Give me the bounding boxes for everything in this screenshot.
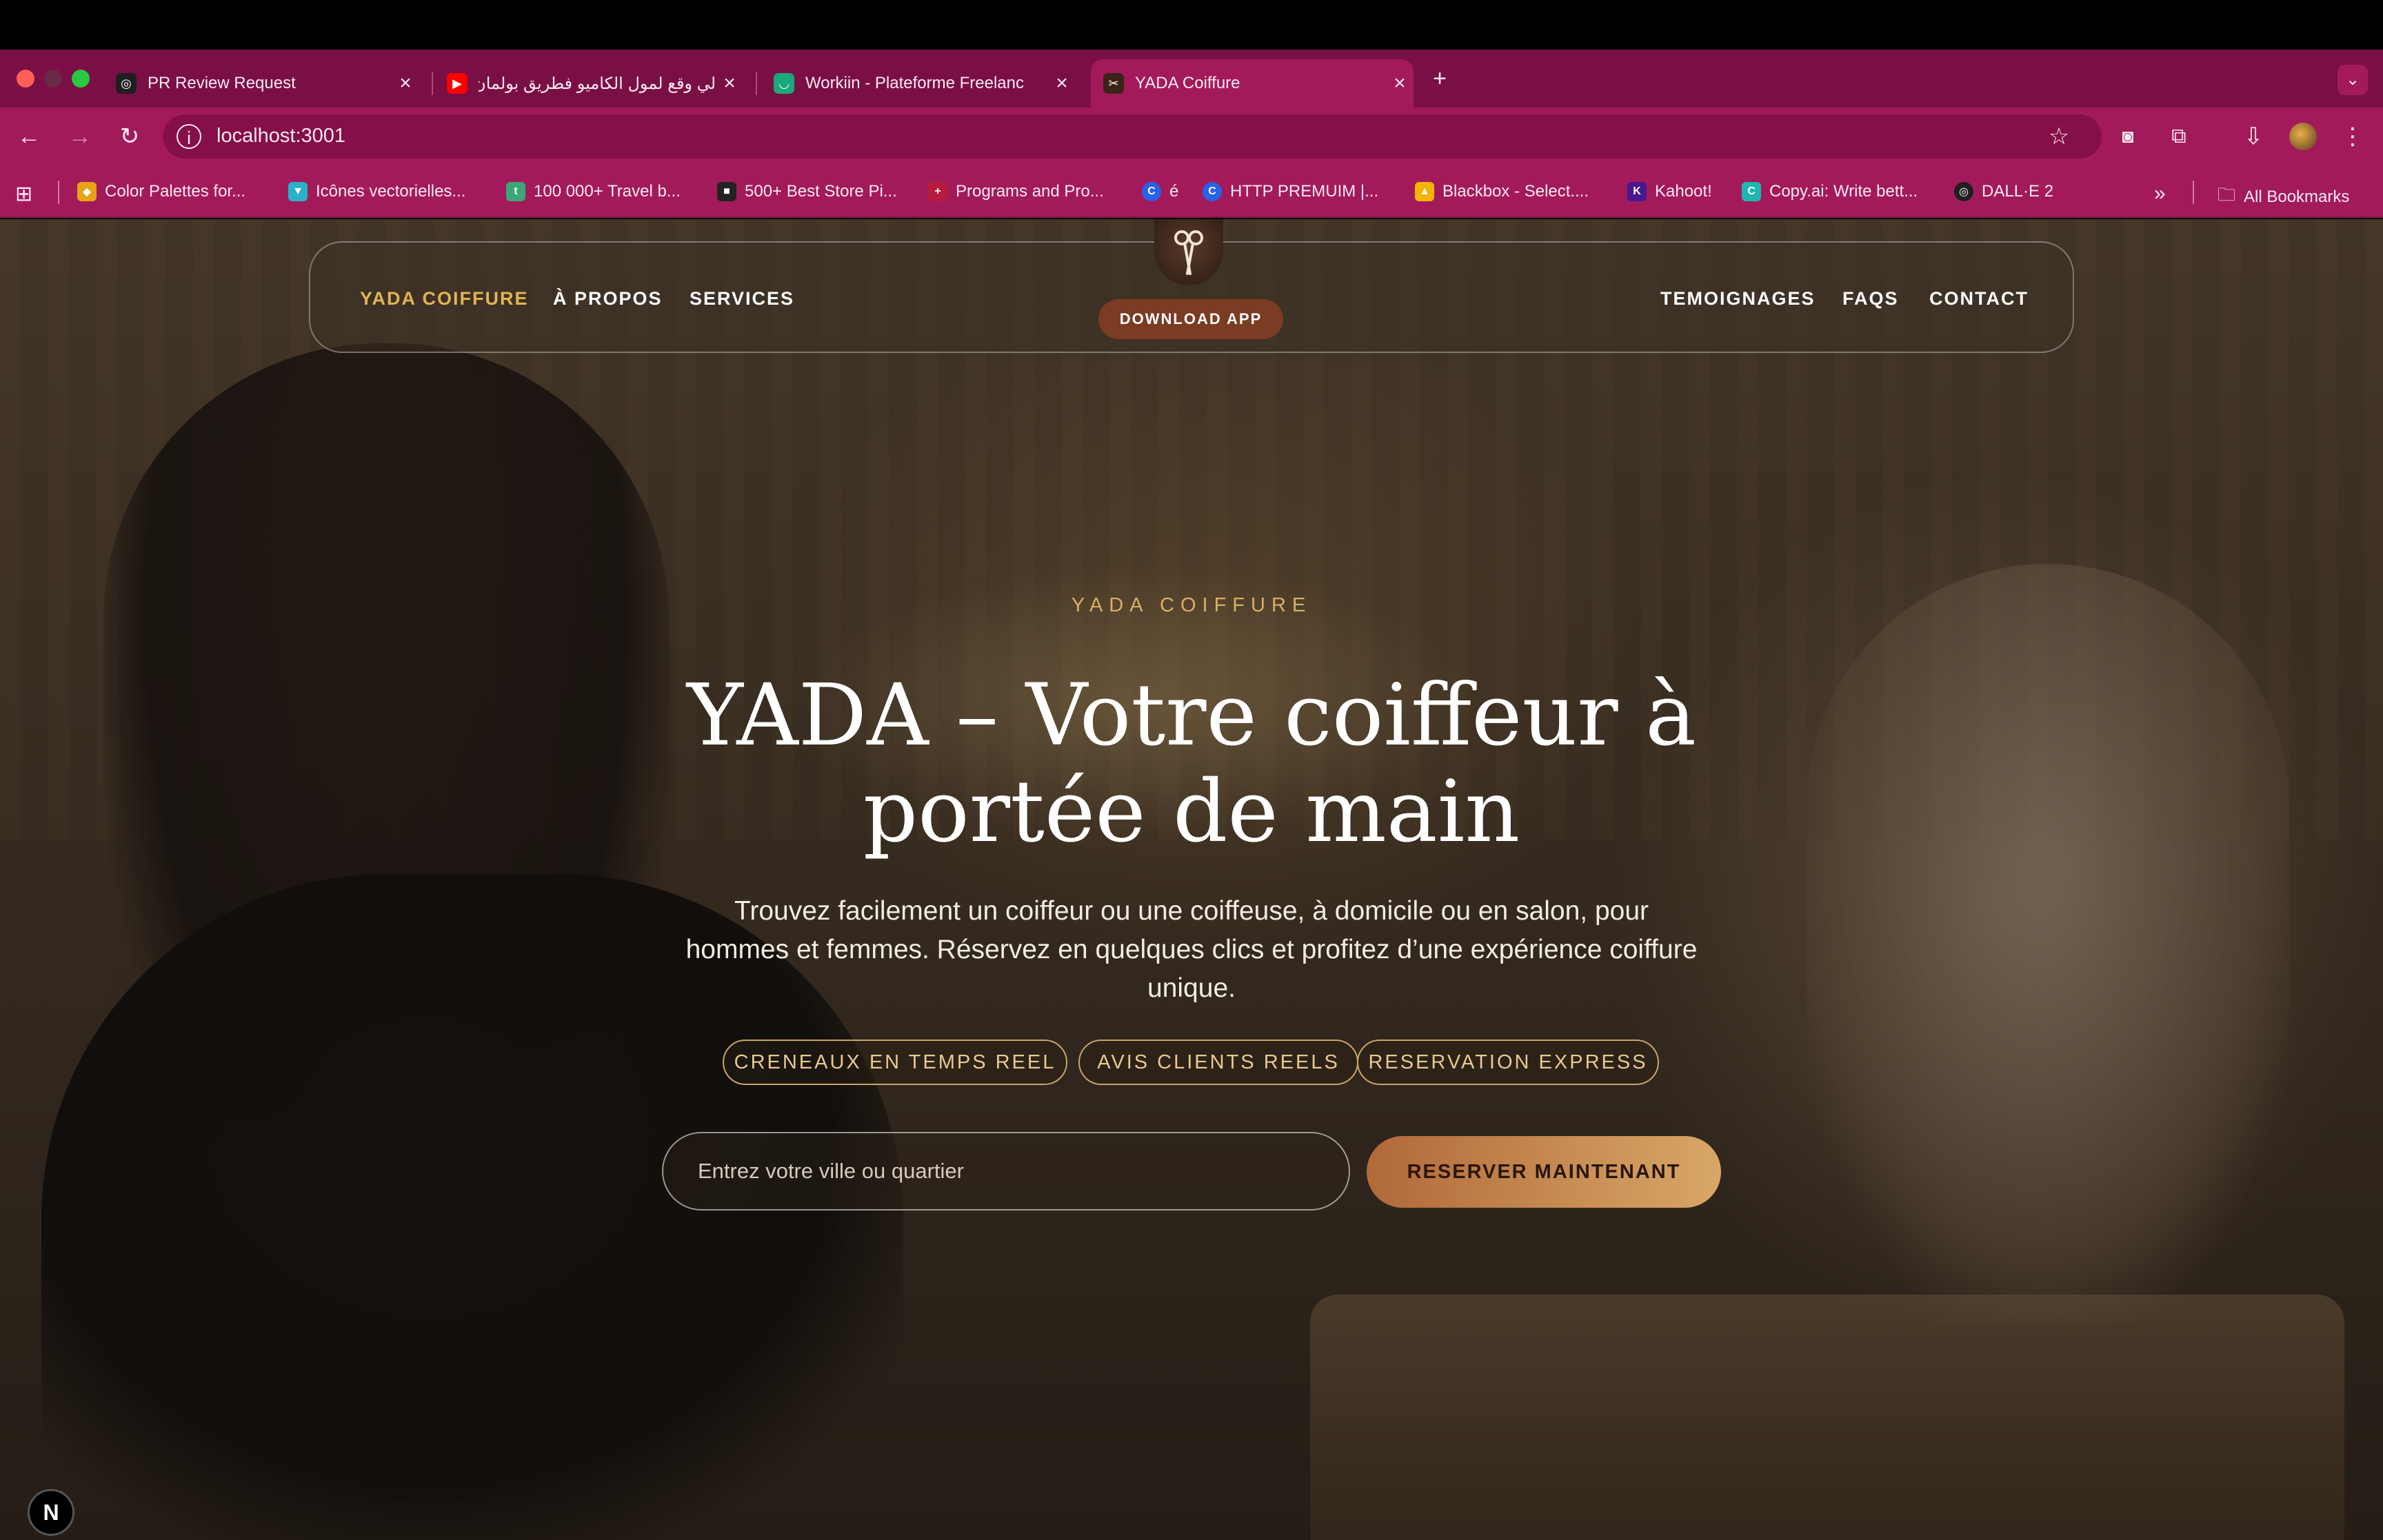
bookmark-label: Icônes vectorielles... bbox=[316, 182, 466, 201]
bookmark-label: DALL·E 2 bbox=[1982, 182, 2054, 201]
feature-badge: RESERVATION EXPRESS bbox=[1357, 1040, 1659, 1085]
openai-icon: ◎ bbox=[1954, 182, 1973, 201]
window-zoom-button[interactable] bbox=[72, 70, 90, 88]
bookmark-item[interactable]: ◎ DALL·E 2 bbox=[1954, 182, 2053, 201]
new-tab-button[interactable]: + bbox=[1426, 65, 1454, 92]
window-minimize-button[interactable] bbox=[44, 70, 62, 88]
tab-title: PR Review Request bbox=[148, 74, 296, 92]
nav-contact-link[interactable]: CONTACT bbox=[1929, 288, 2029, 310]
openai-icon: ◎ bbox=[116, 73, 137, 94]
nextjs-dev-badge[interactable]: N bbox=[28, 1489, 74, 1536]
bookmark-label: HTTP PREMUIM |... bbox=[1230, 182, 1379, 201]
nav-testimonials-link[interactable]: TEMOIGNAGES bbox=[1660, 288, 1816, 310]
back-icon[interactable]: ← bbox=[15, 123, 43, 150]
menu-kebab-icon[interactable]: ⋮ bbox=[2339, 123, 2366, 150]
nav-faqs-link[interactable]: FAQS bbox=[1842, 288, 1899, 310]
location-search-input[interactable] bbox=[662, 1132, 1350, 1210]
nav-brand-link[interactable]: YADA COIFFURE bbox=[360, 288, 529, 310]
flaticon-icon: ▼ bbox=[288, 182, 308, 201]
download-icon[interactable]: ⇩ bbox=[2240, 123, 2267, 150]
bookmark-item[interactable]: + Programs and Pro... bbox=[928, 182, 1104, 201]
blackbox-icon: ▲ bbox=[1415, 182, 1434, 201]
tab-search-button[interactable]: ⌄ bbox=[2337, 65, 2368, 95]
all-bookmarks-label: All Bookmarks bbox=[2244, 188, 2350, 206]
copyai-icon: C bbox=[1742, 182, 1761, 201]
tab-title: YADA Coiffure bbox=[1135, 74, 1240, 92]
programs-icon: + bbox=[928, 182, 947, 201]
window-close-button[interactable] bbox=[17, 70, 34, 88]
bookmark-item[interactable]: C Copy.ai: Write bett... bbox=[1742, 182, 1918, 201]
more-bookmarks-icon[interactable]: » bbox=[2154, 182, 2166, 205]
scissors-icon: ✂ bbox=[1103, 73, 1124, 94]
bookmark-label: Blackbox - Select.... bbox=[1442, 182, 1589, 201]
address-bar[interactable] bbox=[163, 114, 2102, 159]
http-icon: C bbox=[1203, 182, 1222, 201]
bookmark-item[interactable]: Cé bbox=[1142, 182, 1178, 201]
scissors-icon bbox=[1174, 230, 1203, 275]
tab-workiin[interactable]: ◡ Workiin - Plateforme Freelanc × bbox=[774, 59, 1076, 108]
bookmark-item[interactable]: ◆ Color Palettes for... bbox=[77, 182, 245, 201]
tab-youtube[interactable]: ▶ لي وقع لمول الكاميو فطريق بولمان × bbox=[447, 59, 743, 108]
tab-yada-coiffure[interactable]: ✂ YADA Coiffure × bbox=[1091, 59, 1414, 108]
bookmark-separator bbox=[58, 181, 59, 204]
camera-icon[interactable]: ◙ bbox=[2114, 123, 2142, 150]
kahoot-icon: K bbox=[1627, 182, 1647, 201]
url-text[interactable]: localhost:3001 bbox=[217, 125, 345, 148]
extensions-icon[interactable]: ⧉ bbox=[2165, 123, 2193, 150]
bookmark-item[interactable]: C HTTP PREMUIM |... bbox=[1203, 182, 1378, 201]
store-icon: ■ bbox=[717, 182, 736, 201]
site-info-icon[interactable]: i bbox=[177, 124, 201, 149]
nav-services-link[interactable]: SERVICES bbox=[690, 288, 794, 310]
hero-subtitle: Trouvez facilement un coiffeur ou une co… bbox=[685, 896, 1698, 1003]
forward-icon[interactable]: → bbox=[66, 123, 94, 150]
feature-badge: AVIS CLIENTS REELS bbox=[1078, 1040, 1358, 1085]
bookmark-separator bbox=[2193, 181, 2194, 204]
close-icon[interactable]: × bbox=[716, 72, 743, 95]
hero-eyebrow: YADA COIFFURE bbox=[1071, 594, 1312, 616]
page-viewport: YADA COIFFURE À PROPOS SERVICES TEMOIGNA… bbox=[0, 219, 2383, 1540]
youtube-icon: ▶ bbox=[447, 73, 467, 94]
bookmark-item[interactable]: ▲ Blackbox - Select.... bbox=[1415, 182, 1589, 201]
profile-avatar[interactable] bbox=[2289, 123, 2317, 150]
chrome-like-icon: C bbox=[1142, 182, 1161, 201]
coolors-icon: ◆ bbox=[77, 182, 97, 201]
book-now-button[interactable]: RESERVER MAINTENANT bbox=[1367, 1136, 1721, 1208]
bookmark-item[interactable]: K Kahoot! bbox=[1627, 182, 1712, 201]
bookmark-item[interactable]: ▼ Icônes vectorielles... bbox=[288, 182, 465, 201]
feature-badge: CRENEAUX EN TEMPS REEL bbox=[723, 1040, 1067, 1085]
download-app-button[interactable]: DOWNLOAD APP bbox=[1098, 299, 1283, 339]
scissors-logo-icon[interactable] bbox=[1154, 219, 1223, 285]
bookmark-item[interactable]: ■ 500+ Best Store Pi... bbox=[717, 182, 897, 201]
bookmark-label: Programs and Pro... bbox=[956, 182, 1104, 201]
bookmark-item[interactable]: t 100 000+ Travel b... bbox=[506, 182, 681, 201]
all-bookmarks-button[interactable]: 🗀 All Bookmarks bbox=[2218, 182, 2349, 212]
bookmark-label: Kahoot! bbox=[1655, 182, 1712, 201]
reload-icon[interactable]: ↻ bbox=[116, 123, 143, 150]
dark-overlay bbox=[0, 219, 2383, 1540]
close-icon[interactable]: × bbox=[392, 72, 419, 95]
tab-title: لي وقع لمول الكاميو فطريق بولمان bbox=[479, 74, 716, 93]
nav-about-link[interactable]: À PROPOS bbox=[553, 288, 663, 310]
travel-icon: t bbox=[506, 182, 525, 201]
bookmark-star-icon[interactable]: ☆ bbox=[2045, 123, 2073, 150]
close-icon[interactable]: × bbox=[1386, 72, 1414, 95]
tab-title: Workiin - Plateforme Freelanc bbox=[805, 74, 1024, 92]
tab-separator bbox=[756, 72, 757, 95]
hero-headline: YADA – Votre coiffeur à portée de main bbox=[686, 666, 1697, 862]
apps-grid-icon[interactable]: ⊞ bbox=[15, 182, 32, 206]
workiin-icon: ◡ bbox=[774, 73, 794, 94]
tab-separator bbox=[432, 72, 433, 95]
bookmark-label: Copy.ai: Write bett... bbox=[1769, 182, 1918, 201]
bookmark-label: é bbox=[1169, 182, 1179, 201]
tab-pr-review[interactable]: ◎ PR Review Request × bbox=[116, 59, 419, 108]
bookmark-label: Color Palettes for... bbox=[105, 182, 246, 201]
bookmark-label: 500+ Best Store Pi... bbox=[745, 182, 897, 201]
bookmark-label: 100 000+ Travel b... bbox=[534, 182, 681, 201]
screen-top-bar bbox=[0, 0, 2383, 50]
close-icon[interactable]: × bbox=[1048, 72, 1076, 95]
folder-icon: 🗀 bbox=[2218, 184, 2236, 205]
